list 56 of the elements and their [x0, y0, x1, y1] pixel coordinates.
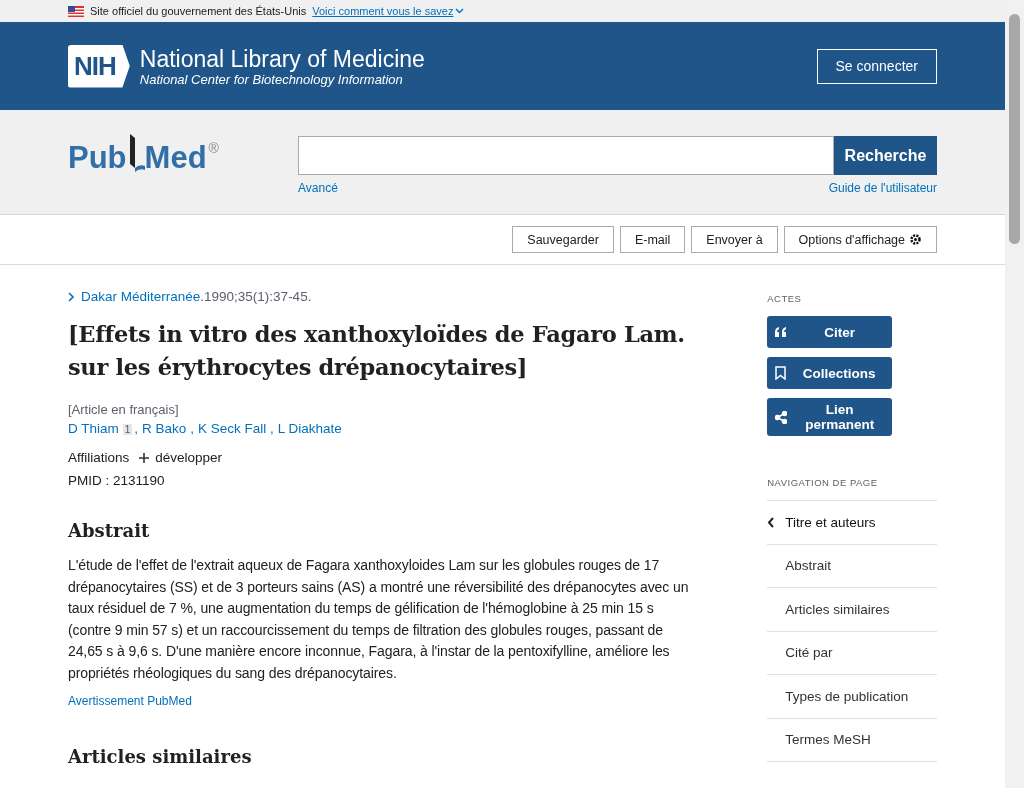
- pubmed-logo-text[interactable]: Med: [144, 140, 207, 176]
- site-subtitle: National Center for Biotechnology Information: [139, 71, 404, 87]
- page-nav-item[interactable]: Cité par: [767, 631, 937, 675]
- author-link[interactable]: K Seck Fall: [197, 421, 267, 436]
- search-field[interactable]: [298, 136, 834, 175]
- pmid-text: PMID : 2131190: [68, 473, 166, 488]
- author-separator: ,: [189, 421, 194, 436]
- login-button[interactable]: Se connecter: [816, 48, 937, 84]
- affiliation-number[interactable]: 1: [122, 424, 133, 435]
- gov-banner-text: Site officiel du gouvernement des États-Unis: [90, 5, 307, 17]
- nih-logo[interactable]: NIH: [68, 44, 130, 88]
- advanced-search-link[interactable]: Avancé: [298, 181, 338, 195]
- author-separator: ,: [268, 421, 274, 436]
- page-nav-item[interactable]: Abstrait: [767, 544, 937, 588]
- share-icon: [775, 410, 788, 424]
- toolbar-button[interactable]: Sauvegarder: [512, 226, 614, 253]
- site-title: National Library of Medicine: [139, 45, 425, 72]
- page-nav-item[interactable]: Types de publication: [767, 675, 937, 719]
- bookmark-icon: [775, 366, 787, 380]
- action-button[interactable]: Lien permanent: [767, 398, 893, 436]
- toolbar-button[interactable]: Options d'affichage: [783, 226, 937, 253]
- chevron-down-icon: [455, 8, 465, 14]
- expand-button[interactable]: développer: [139, 450, 223, 465]
- toolbar-button[interactable]: Envoyer à: [691, 226, 778, 253]
- gear-icon: [909, 233, 922, 246]
- quote-icon: [775, 327, 788, 337]
- author-link[interactable]: R Bako: [142, 421, 187, 436]
- page-nav-item[interactable]: Termes MeSH: [767, 718, 937, 762]
- action-button[interactable]: Citer: [767, 316, 893, 348]
- section-heading: Abstrait: [68, 520, 151, 541]
- author-link[interactable]: L Diakhate: [277, 421, 342, 436]
- user-guide-link[interactable]: Guide de l'utilisateur: [828, 181, 937, 195]
- registered-mark: ®: [208, 140, 219, 156]
- author-separator: ,: [134, 421, 139, 436]
- action-button[interactable]: Collections: [767, 357, 893, 389]
- chevron-right-icon: [68, 291, 75, 302]
- plus-icon: [139, 452, 150, 463]
- pubmed-logo-text[interactable]: Pub: [68, 140, 127, 176]
- section-heading: Articles similaires: [68, 746, 253, 767]
- scrollbar[interactable]: [1005, 0, 1024, 788]
- article-title: [Effets in vitro des xanthoxyloïdes de Fagaro Lam. sur les érythrocytes drépanocytaires]: [68, 320, 686, 382]
- journal-link[interactable]: Dakar Méditerranée.: [68, 289, 205, 304]
- flag-icon: [68, 5, 84, 17]
- toolbar-button[interactable]: E-mail: [619, 226, 686, 253]
- language-note: [Article en français]: [68, 402, 180, 417]
- author-link[interactable]: D Thiam: [68, 421, 119, 436]
- sidebar-heading: NAVIGATION DE PAGE: [767, 477, 879, 488]
- abstract-text: L'étude de l'effet de l'extrait aqueux de Fagara xanthoxyloides Lam sur les globules rouges de 17 drépanocytaires (SS) et de 3 porteurs sains (AS) a montré une réversibilité des drépanocytes avec un taux résiduel de 7 %, une augmentation du temps de gélification de l'hémoglobine à 25 min 15 s (contre 9 min 57 s) et un raccourcissement du temps de filtration des globules rouges, passant de 24,65 s à 9,6 s. D'une manière encore inconnue, Fagara, à l'instar de la pentoxifylline, améliore les propriétés rhéologiques du sang des drépanocytaires.: [68, 556, 690, 683]
- gov-banner-link[interactable]: Voici comment vous le savez: [312, 5, 465, 17]
- disclaimer-link[interactable]: Avertissement PubMed: [68, 694, 192, 708]
- affiliations-label: Affiliations: [68, 450, 130, 465]
- page-nav-item[interactable]: Articles similaires: [767, 588, 937, 632]
- page-nav-item[interactable]: Titre et auteurs: [767, 501, 937, 545]
- search-button[interactable]: Recherche: [834, 136, 937, 175]
- sidebar-heading: ACTES: [767, 293, 803, 304]
- citation-text: 1990;35(1):37-45.: [204, 289, 312, 304]
